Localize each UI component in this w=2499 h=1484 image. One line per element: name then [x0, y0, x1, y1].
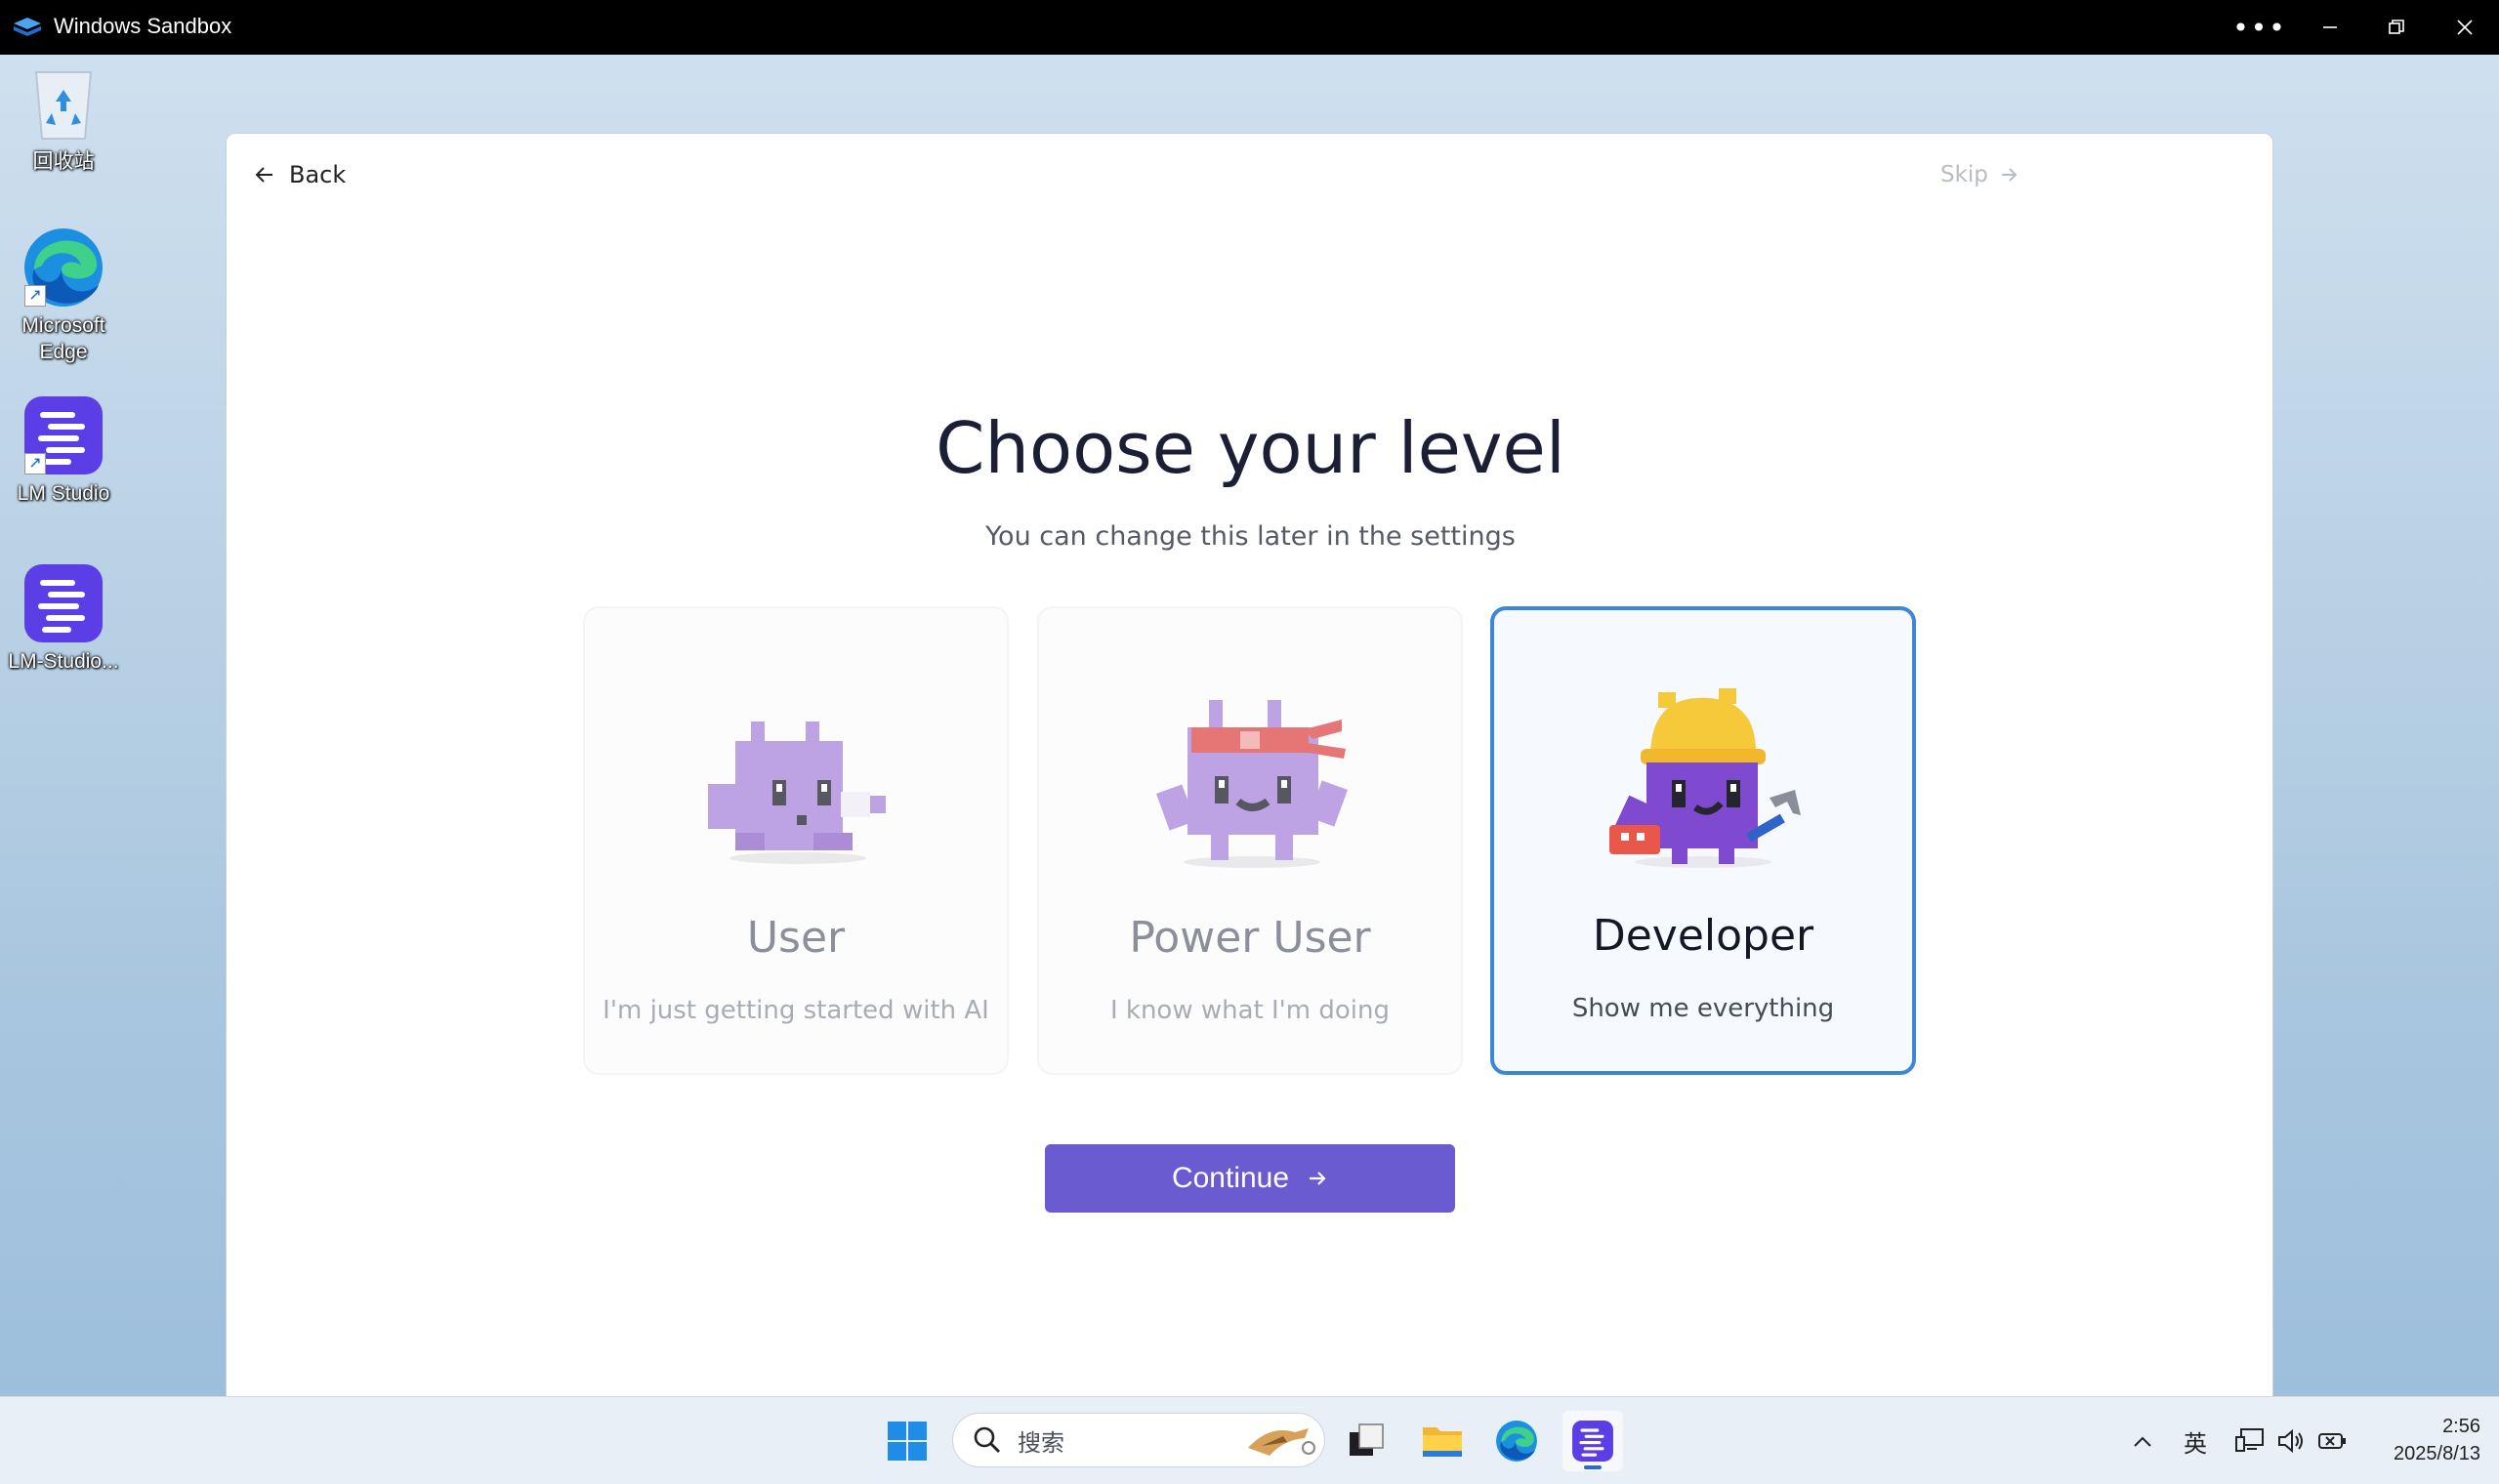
arrow-right-icon	[2001, 168, 2018, 182]
active-app-indicator	[1584, 1465, 1602, 1469]
clock-time: 2:56	[2442, 1416, 2480, 1437]
taskbar-clock[interactable]: 2:56 2025/8/13	[2353, 1413, 2480, 1467]
volume-button[interactable]	[2271, 1397, 2311, 1484]
level-description: Show me everything	[1571, 994, 1835, 1023]
arrow-left-icon	[255, 167, 272, 183]
start-button[interactable]	[877, 1411, 937, 1471]
more-icon: •••	[2232, 11, 2287, 44]
tray-overflow-button[interactable]	[2123, 1397, 2162, 1484]
desktop-icon-label: LM Studio	[17, 482, 110, 505]
task-view-button[interactable]	[1336, 1411, 1396, 1471]
ime-label: 英	[2184, 1429, 2207, 1458]
file-explorer-button[interactable]	[1412, 1411, 1473, 1471]
recycle-bin-icon	[34, 71, 93, 140]
page-title: Choose your level	[936, 407, 1565, 489]
desktop-icon-lm-studio[interactable]: ↗ LM Studio	[1, 394, 126, 507]
task-view-icon	[1350, 1423, 1384, 1456]
user-mascot-icon	[708, 721, 886, 864]
battery-button[interactable]	[2312, 1397, 2352, 1484]
lm-studio-taskbar-button[interactable]	[1562, 1411, 1623, 1471]
desktop-icon-label: Microsoft Edge	[21, 314, 105, 363]
level-label: Developer	[1592, 911, 1814, 961]
windows-start-icon	[888, 1422, 927, 1461]
file-explorer-icon	[1423, 1427, 1462, 1457]
continue-button[interactable]: Continue	[1045, 1144, 1455, 1213]
search-highlight-icon	[1248, 1428, 1315, 1456]
developer-mascot-icon	[1609, 688, 1801, 868]
close-icon	[2457, 20, 2473, 35]
ime-indicator[interactable]: 英	[2176, 1397, 2215, 1484]
window-title: Windows Sandbox	[54, 14, 232, 38]
desktop: 回收站 ↗ Microsoft Edge ↗ LM Studio LM-Stud…	[0, 55, 2499, 1396]
level-description: I'm just getting started with AI	[603, 996, 989, 1025]
minimize-button[interactable]	[2297, 0, 2363, 55]
close-button[interactable]	[2432, 0, 2498, 55]
lm-studio-icon	[1572, 1421, 1613, 1462]
skip-label: Skip	[1940, 162, 1988, 187]
desktop-icon-edge[interactable]: ↗ Microsoft Edge	[1, 227, 126, 365]
more-button[interactable]: •••	[2227, 0, 2293, 55]
level-card-power-user[interactable]: Power User I know what I'm doing	[1037, 606, 1463, 1075]
desktop-icon-lm-studio-installer[interactable]: LM-Studio...	[1, 562, 126, 675]
restore-icon	[2389, 20, 2404, 34]
shortcut-arrow-icon: ↗	[24, 285, 46, 307]
shortcut-arrow-icon: ↗	[24, 453, 46, 474]
window-titlebar: Windows Sandbox •••	[0, 0, 2499, 55]
level-description: I know what I'm doing	[1109, 996, 1391, 1025]
clock-date: 2025/8/13	[2394, 1443, 2480, 1464]
skip-button[interactable]: Skip	[1940, 147, 2020, 202]
minimize-icon	[2323, 26, 2337, 28]
network-icon	[2235, 1428, 2264, 1452]
level-card-user[interactable]: User I'm just getting started with AI	[583, 606, 1009, 1075]
level-label: Power User	[1129, 913, 1371, 963]
continue-label: Continue	[1171, 1162, 1290, 1194]
sandbox-icon	[14, 18, 41, 36]
edge-taskbar-button[interactable]	[1486, 1411, 1547, 1471]
level-label: User	[746, 913, 846, 963]
battery-icon	[2318, 1433, 2346, 1449]
network-button[interactable]	[2230, 1397, 2270, 1484]
arrow-right-icon	[1310, 1172, 1326, 1185]
search-placeholder: 搜索	[1018, 1428, 1064, 1457]
level-card-developer[interactable]: Developer Show me everything	[1490, 606, 1916, 1075]
back-button[interactable]: Back	[254, 147, 346, 202]
desktop-icon-label: LM-Studio...	[8, 650, 119, 673]
edge-icon	[1496, 1421, 1537, 1462]
lm-studio-installer-icon	[24, 564, 103, 642]
onboarding-window: Back Skip Choose your level You can chan…	[226, 133, 2273, 1396]
taskbar: 搜索 英 2:56 2025/8/13	[0, 1396, 2499, 1484]
desktop-icon-label: 回收站	[32, 150, 95, 173]
page-subtitle: You can change this later in the setting…	[985, 521, 1516, 552]
back-label: Back	[289, 161, 347, 188]
desktop-icon-recycle-bin[interactable]: 回收站	[1, 62, 126, 175]
taskbar-search[interactable]: 搜索	[952, 1413, 1325, 1467]
speaker-icon	[2278, 1428, 2303, 1454]
search-icon	[974, 1426, 1000, 1453]
restore-button[interactable]	[2363, 0, 2430, 55]
power-user-mascot-icon	[1156, 700, 1348, 868]
chevron-up-icon	[2134, 1436, 2151, 1447]
